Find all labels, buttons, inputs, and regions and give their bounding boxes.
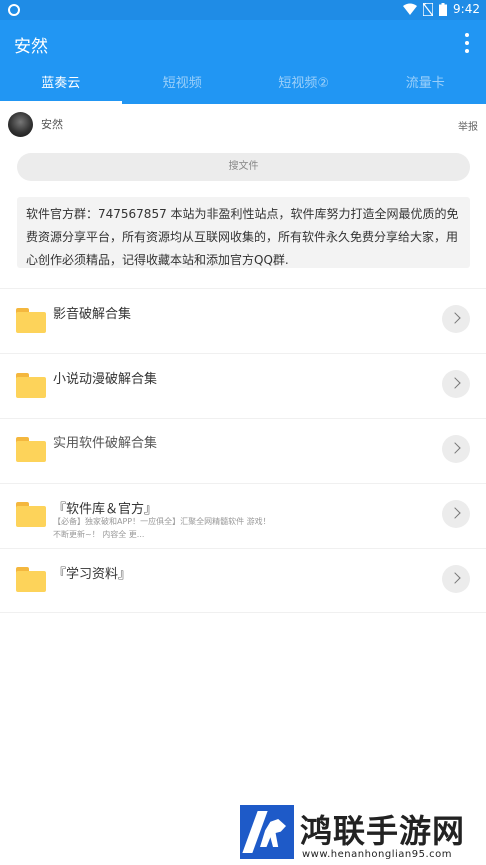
- folder-item-utility[interactable]: 实用软件破解合集: [0, 419, 486, 483]
- author-row: 安然 举报: [0, 104, 486, 146]
- folder-icon: [16, 567, 46, 592]
- status-bar: 9:42: [0, 0, 486, 20]
- chevron-right-icon[interactable]: [442, 305, 470, 333]
- tab-short-video-2[interactable]: 短视频②: [243, 66, 365, 104]
- tab-bar: 蓝奏云 短视频 短视频② 流量卡: [0, 66, 486, 104]
- watermark-url: www.henanhonglian95.com: [302, 849, 453, 860]
- folder-item-study[interactable]: 『学习资料』: [0, 549, 486, 613]
- avatar[interactable]: [8, 112, 33, 137]
- notification-icon: [8, 4, 20, 16]
- report-link[interactable]: 举报: [458, 118, 478, 133]
- folder-title: 实用软件破解合集: [53, 436, 158, 451]
- folder-icon: [16, 437, 46, 462]
- status-icons: 9:42: [403, 2, 480, 16]
- tab-short-video[interactable]: 短视频: [122, 66, 244, 104]
- watermark-title: 鸿联手游网: [300, 812, 466, 850]
- folder-icon: [16, 502, 46, 527]
- folder-title: 『学习资料』: [53, 567, 132, 582]
- battery-icon: [439, 2, 448, 16]
- search-input[interactable]: 搜文件: [17, 153, 470, 181]
- watermark: 鸿联手游网 www.henanhonglian95.com: [240, 805, 486, 865]
- folder-icon: [16, 308, 46, 333]
- chevron-right-icon[interactable]: [442, 500, 470, 528]
- app-title: 安然: [14, 37, 48, 57]
- watermark-logo-icon: [240, 805, 294, 859]
- no-sim-icon: [423, 2, 434, 16]
- wifi-icon: [403, 3, 418, 15]
- folder-icon: [16, 373, 46, 398]
- tab-data-card[interactable]: 流量卡: [365, 66, 486, 104]
- folder-item-software-official[interactable]: 『软件库＆官方』 【必备】独家破和APP！一应俱全】汇聚全网精髓软件 游戏！不断…: [0, 484, 486, 548]
- app-bar: 安然: [0, 20, 486, 66]
- folder-title: 小说动漫破解合集: [53, 372, 158, 387]
- notice-text: 软件官方群：747567857 本站为非盈利性站点，软件库努力打造全网最优质的免…: [17, 197, 470, 268]
- chevron-right-icon[interactable]: [442, 370, 470, 398]
- divider: [0, 612, 486, 613]
- folder-subtitle: 【必备】独家破和APP！一应俱全】汇聚全网精髓软件 游戏！不断更新~！ 内容全 …: [53, 517, 271, 539]
- clock: 9:42: [453, 2, 480, 16]
- more-options-icon[interactable]: [464, 33, 470, 53]
- tab-lanzou[interactable]: 蓝奏云: [0, 66, 122, 104]
- folder-title: 影音破解合集: [53, 307, 132, 322]
- chevron-right-icon[interactable]: [442, 435, 470, 463]
- folder-item-novel-anime[interactable]: 小说动漫破解合集: [0, 354, 486, 418]
- author-name[interactable]: 安然: [41, 116, 63, 132]
- chevron-right-icon[interactable]: [442, 565, 470, 593]
- folder-item-media[interactable]: 影音破解合集: [0, 289, 486, 353]
